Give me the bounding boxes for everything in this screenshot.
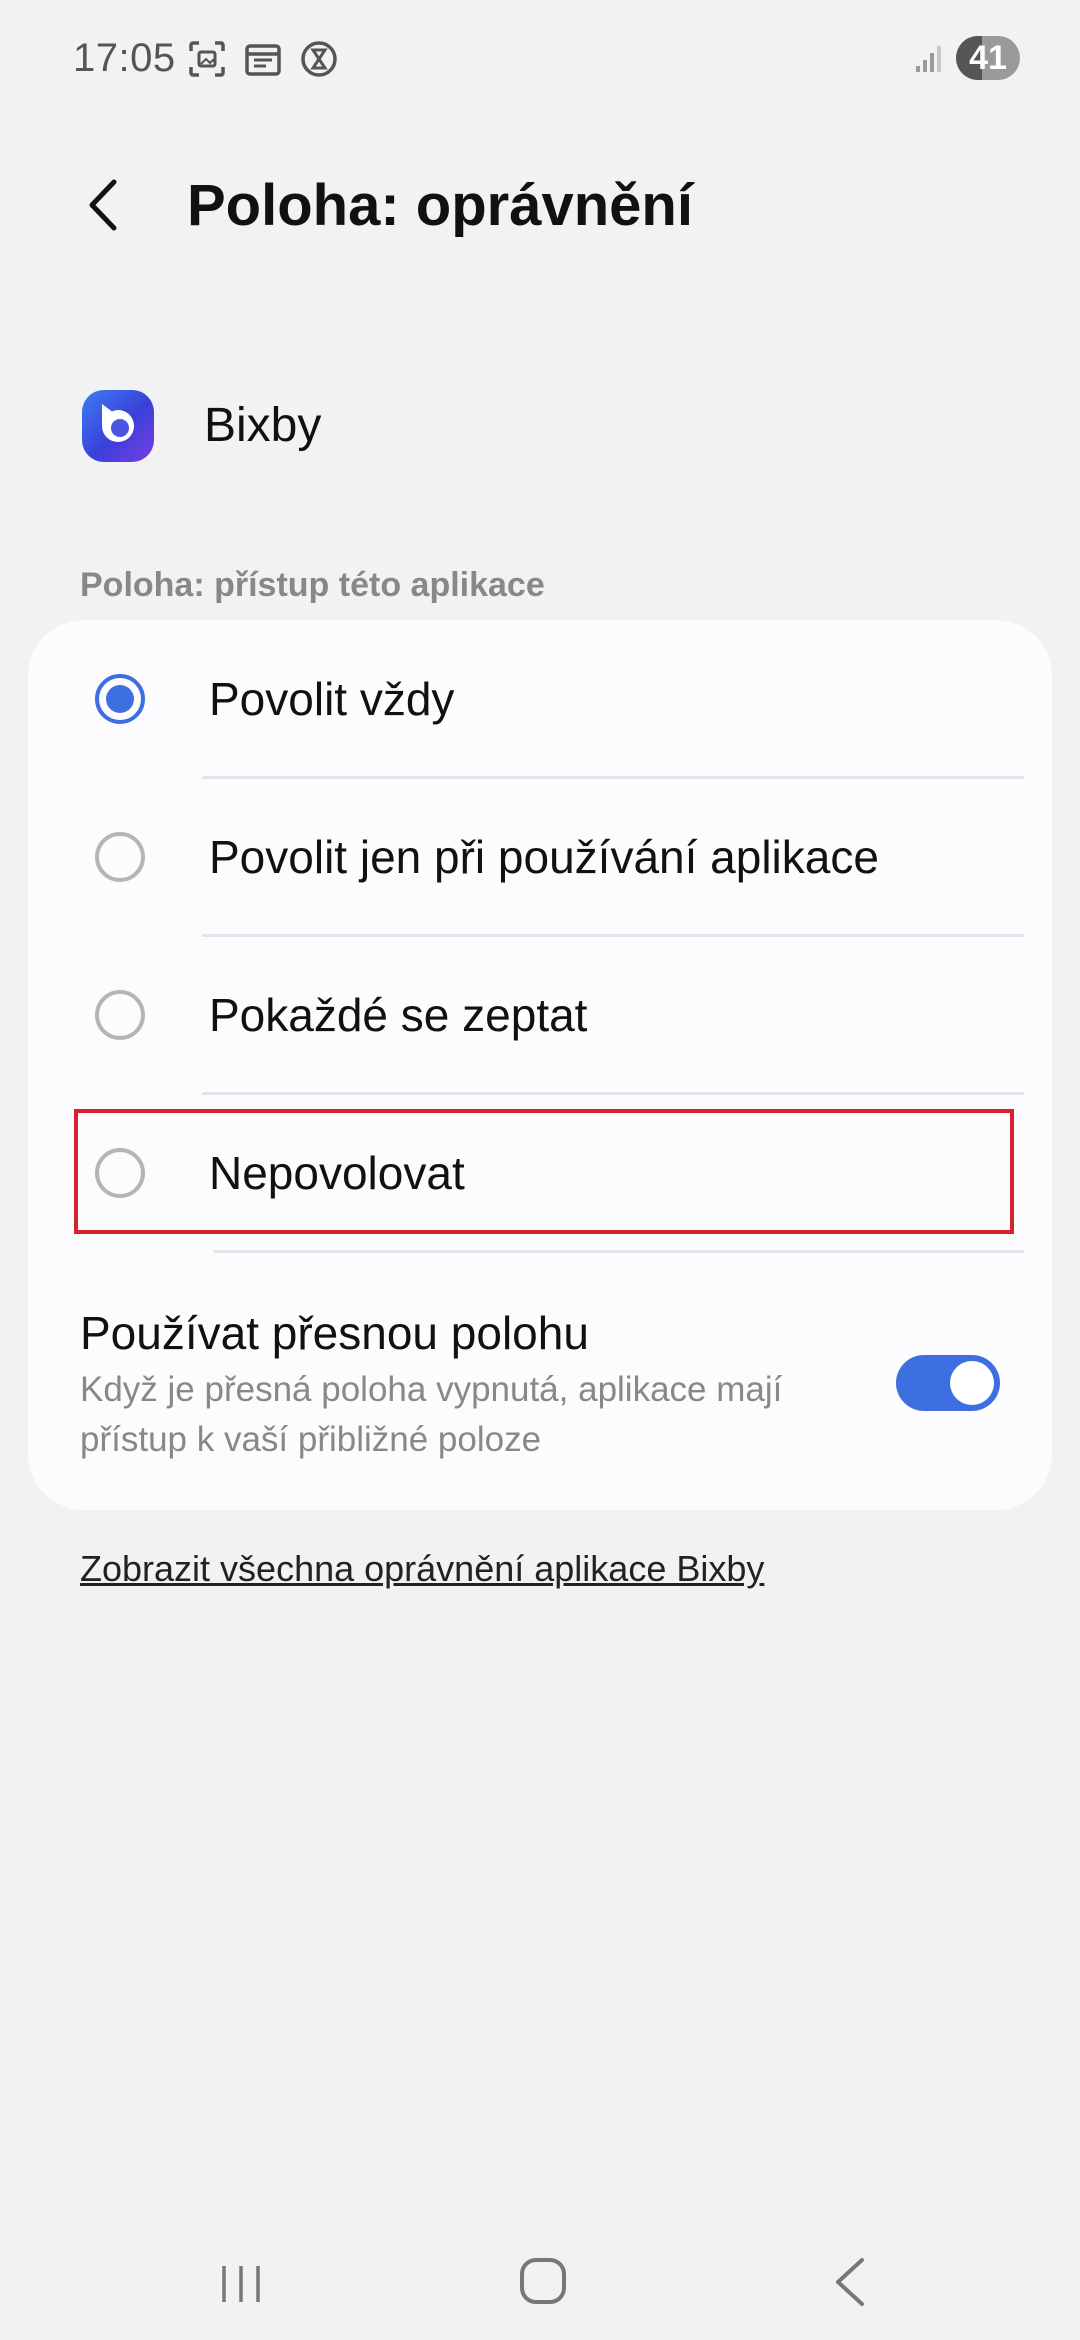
home-icon (520, 2258, 566, 2304)
nav-back-button[interactable] (826, 2252, 876, 2317)
precise-location-title: Používat přesnou polohu (80, 1307, 589, 1359)
signal-icon (914, 44, 944, 79)
status-time: 17:05 (73, 36, 176, 80)
option-label: Povolit jen při používání aplikace (209, 831, 879, 883)
option-ask-every-time[interactable]: Pokaždé se zeptat (28, 936, 1052, 1094)
all-permissions-link[interactable]: Zobrazit všechna oprávnění aplikace Bixb… (80, 1548, 764, 1590)
calendar-icon (244, 40, 282, 78)
option-always[interactable]: Povolit vždy (28, 620, 1052, 778)
page-title: Poloha: oprávnění (187, 173, 693, 238)
option-while-using[interactable]: Povolit jen při používání aplikace (28, 778, 1052, 936)
app-name: Bixby (204, 399, 322, 452)
section-label: Poloha: přístup této aplikace (80, 566, 545, 604)
highlight-box (74, 1109, 1014, 1234)
status-bar: 17:05 41 (0, 0, 1080, 120)
location-permission-card: Povolit vždy Povolit jen při používání a… (28, 620, 1052, 1510)
home-button[interactable] (518, 2254, 568, 2315)
bixby-app-icon (82, 390, 154, 462)
recent-apps-icon (222, 2266, 260, 2302)
toggle-knob (950, 1361, 994, 1405)
app-bar: Poloha: oprávnění (0, 140, 1080, 270)
back-icon (836, 2258, 864, 2306)
option-label: Povolit vždy (209, 673, 455, 725)
app-info: Bixby (0, 380, 1080, 470)
battery-level: 41 (969, 39, 1007, 77)
battery-icon: 41 (956, 36, 1020, 80)
hourglass-icon (300, 40, 338, 78)
radio-button[interactable] (95, 674, 145, 724)
status-notification-icons (188, 40, 338, 78)
screenshot-icon (188, 40, 226, 78)
option-label: Pokaždé se zeptat (209, 989, 588, 1041)
radio-button[interactable] (95, 990, 145, 1040)
precise-location-toggle[interactable] (896, 1355, 1000, 1411)
navigation-bar (0, 2230, 1080, 2340)
divider (214, 1250, 1024, 1253)
recent-apps-button[interactable] (216, 2258, 266, 2313)
precise-location-description: Když je přesná poloha vypnutá, aplikace … (80, 1370, 783, 1459)
back-button[interactable] (72, 170, 142, 240)
chevron-left-icon (89, 179, 117, 231)
radio-button[interactable] (95, 832, 145, 882)
